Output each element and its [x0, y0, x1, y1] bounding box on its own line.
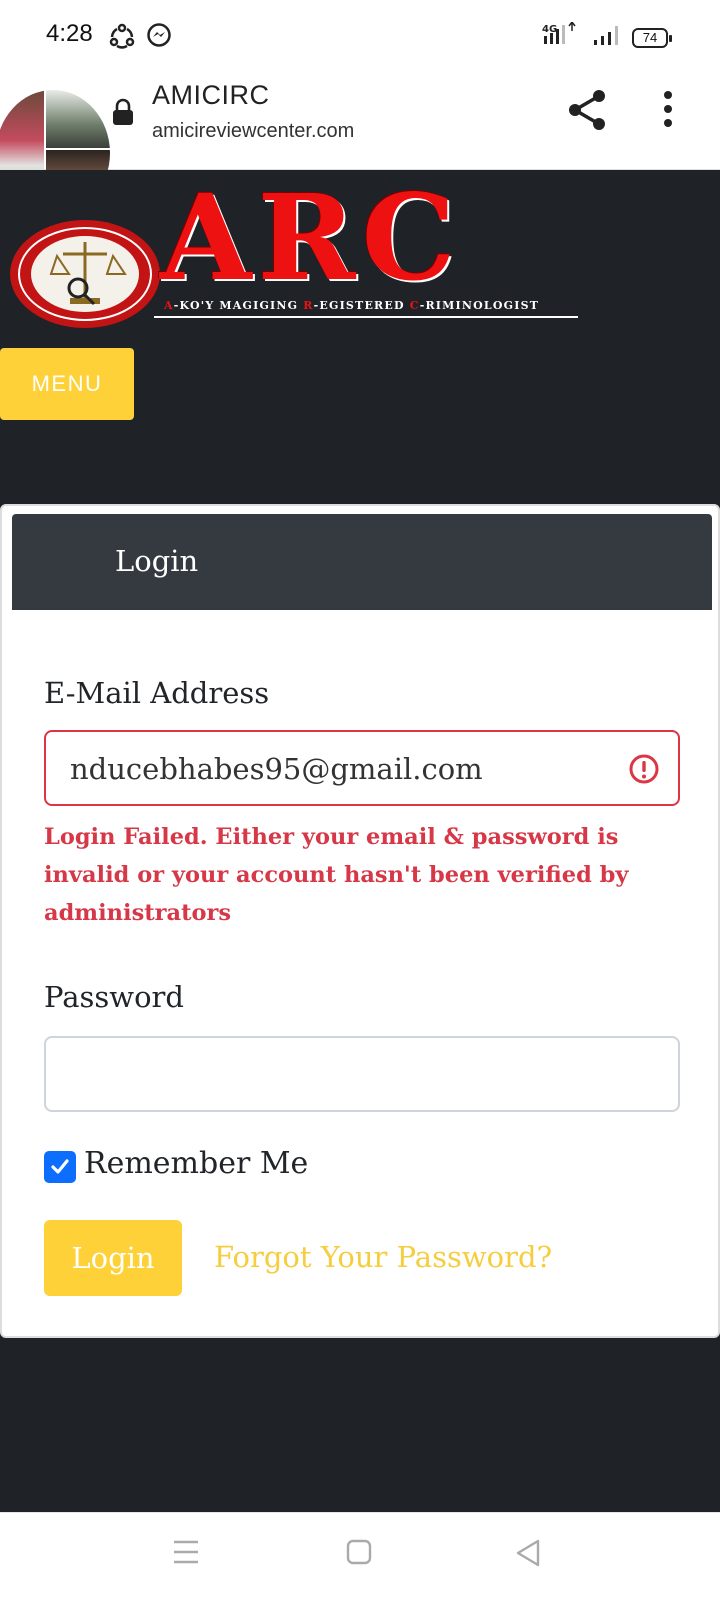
system-nav-bar [0, 1512, 720, 1600]
card-title: Login [115, 544, 199, 578]
checkmark-icon [51, 1159, 69, 1174]
email-label: E-Mail Address [44, 676, 270, 710]
status-time: 4:28 [46, 20, 93, 47]
browser-header: AMICIRC amicireviewcenter.com [0, 72, 720, 216]
status-right: 4G 74 [542, 20, 672, 53]
login-button[interactable]: Login [44, 1220, 182, 1296]
email-value: nducebhabes95@gmail.com [70, 752, 483, 786]
forgot-password-link[interactable]: Forgot Your Password? [214, 1240, 552, 1274]
page-content: ARC A-KO'Y MAGIGING R-EGISTERED C-RIMINO… [0, 170, 720, 1512]
back-icon[interactable] [514, 1539, 542, 1572]
more-options-icon[interactable] [660, 90, 676, 130]
login-card: Login E-Mail Address nducebhabes95@gmail… [0, 504, 720, 1338]
card-header: Login [12, 514, 712, 610]
error-icon [628, 753, 660, 790]
svg-text:4G: 4G [542, 24, 557, 35]
amici-seal-logo [8, 218, 162, 330]
messenger-icon [146, 22, 172, 53]
home-icon[interactable] [346, 1539, 372, 1570]
remember-me-checkbox[interactable] [44, 1151, 76, 1183]
remember-me-label[interactable]: Remember Me [84, 1146, 308, 1181]
arc-logo-tagline: A-KO'Y MAGIGING R-EGISTERED C-RIMINOLOGI… [154, 296, 578, 318]
login-error-message: Login Failed. Either your email & passwo… [44, 824, 629, 926]
sync-icon [108, 22, 136, 55]
lock-icon[interactable] [112, 98, 134, 131]
status-bar: 4:28 4G 74 [0, 0, 720, 72]
email-field[interactable]: nducebhabes95@gmail.com [44, 730, 680, 806]
signal-icon [592, 24, 622, 51]
recents-menu-icon[interactable] [172, 1539, 200, 1570]
password-field[interactable] [44, 1036, 680, 1112]
arc-logo-text: ARC [160, 168, 462, 307]
menu-button[interactable]: MENU [0, 348, 134, 420]
share-icon[interactable] [566, 88, 608, 132]
battery-icon: 74 [632, 27, 672, 48]
signal-4g-icon: 4G [542, 20, 582, 53]
site-url[interactable]: amicireviewcenter.com [152, 120, 354, 143]
password-label: Password [44, 980, 184, 1014]
site-title: AMICIRC [152, 80, 270, 110]
